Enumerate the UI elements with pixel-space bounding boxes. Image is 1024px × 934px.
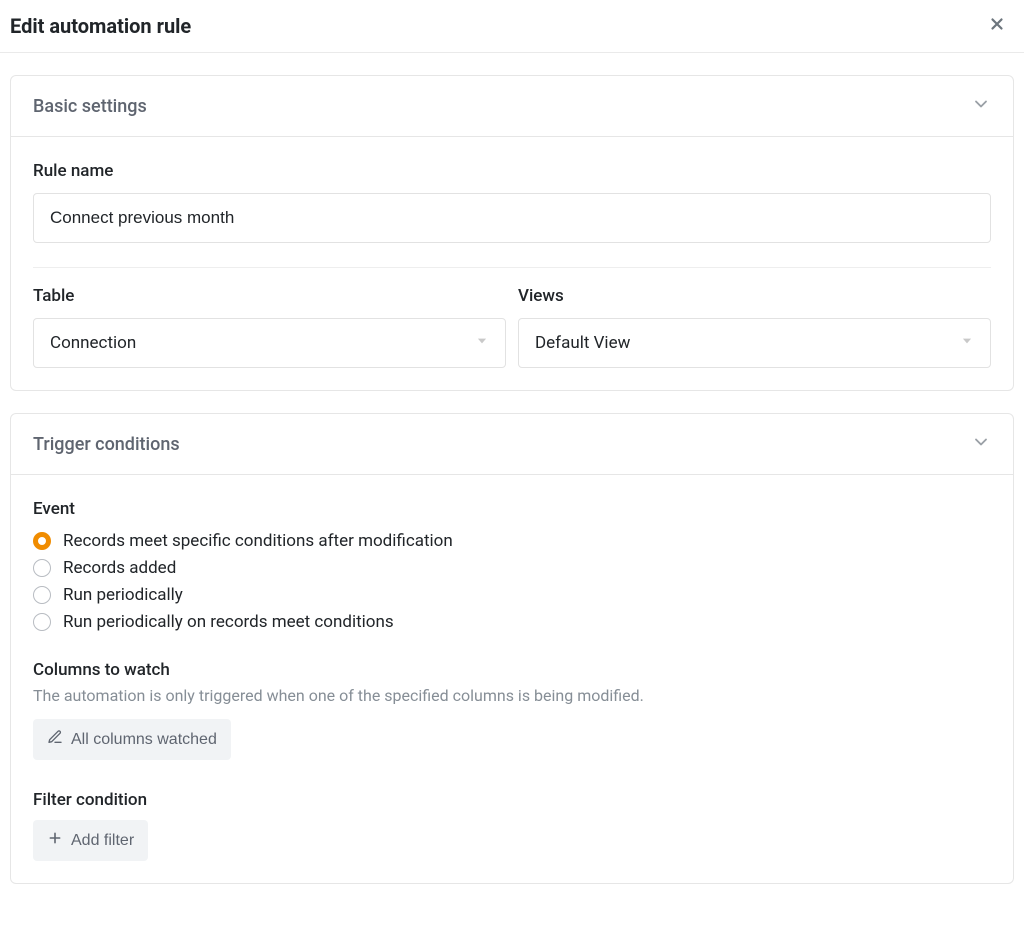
modal-content: Basic settings Rule name Table Connectio… <box>0 53 1024 916</box>
close-icon <box>988 15 1006 37</box>
table-select[interactable]: Connection <box>33 318 506 368</box>
basic-settings-body: Rule name Table Connection Views D <box>11 137 1013 390</box>
event-radio-group: Records meet specific conditions after m… <box>33 531 991 632</box>
views-label: Views <box>518 286 991 306</box>
chevron-down-icon <box>971 94 991 118</box>
trigger-conditions-title: Trigger conditions <box>33 434 180 455</box>
basic-settings-panel: Basic settings Rule name Table Connectio… <box>10 75 1014 391</box>
radio-circle-icon <box>33 586 51 604</box>
radio-circle-icon <box>33 559 51 577</box>
table-label: Table <box>33 286 506 306</box>
add-filter-button[interactable]: Add filter <box>33 820 148 861</box>
trigger-conditions-panel: Trigger conditions Event Records meet sp… <box>10 413 1014 884</box>
event-radio-1-label: Records added <box>63 558 176 578</box>
event-label: Event <box>33 499 991 519</box>
table-col: Table Connection <box>33 286 506 368</box>
event-radio-0[interactable]: Records meet specific conditions after m… <box>33 531 991 551</box>
plus-icon <box>47 830 63 851</box>
columns-to-watch-section: Columns to watch The automation is only … <box>33 660 991 760</box>
event-radio-2-label: Run periodically <box>63 585 183 605</box>
caret-down-icon <box>960 333 974 353</box>
rule-name-input[interactable] <box>33 193 991 243</box>
modal-header: Edit automation rule <box>0 0 1024 53</box>
views-select[interactable]: Default View <box>518 318 991 368</box>
all-columns-watched-label: All columns watched <box>71 731 217 749</box>
event-radio-0-label: Records meet specific conditions after m… <box>63 531 453 551</box>
trigger-conditions-header[interactable]: Trigger conditions <box>11 414 1013 475</box>
filter-condition-section: Filter condition Add filter <box>33 790 991 861</box>
columns-helper-text: The automation is only triggered when on… <box>33 686 991 705</box>
basic-settings-title: Basic settings <box>33 96 147 117</box>
event-radio-3-label: Run periodically on records meet conditi… <box>63 612 394 632</box>
divider <box>33 267 991 268</box>
modal-title: Edit automation rule <box>10 14 191 38</box>
radio-circle-icon <box>33 532 51 550</box>
pencil-icon <box>47 729 63 750</box>
filter-label: Filter condition <box>33 790 991 810</box>
rule-name-label: Rule name <box>33 161 991 181</box>
views-col: Views Default View <box>518 286 991 368</box>
close-button[interactable] <box>986 15 1008 37</box>
radio-circle-icon <box>33 613 51 631</box>
columns-label: Columns to watch <box>33 660 991 680</box>
add-filter-label: Add filter <box>71 832 134 850</box>
table-views-row: Table Connection Views Default View <box>33 286 991 368</box>
chevron-down-icon <box>971 432 991 456</box>
event-radio-3[interactable]: Run periodically on records meet conditi… <box>33 612 991 632</box>
views-select-value: Default View <box>535 333 630 353</box>
event-radio-1[interactable]: Records added <box>33 558 991 578</box>
all-columns-watched-button[interactable]: All columns watched <box>33 719 231 760</box>
table-select-value: Connection <box>50 333 136 353</box>
caret-down-icon <box>475 333 489 353</box>
trigger-conditions-body: Event Records meet specific conditions a… <box>11 475 1013 883</box>
event-radio-2[interactable]: Run periodically <box>33 585 991 605</box>
basic-settings-header[interactable]: Basic settings <box>11 76 1013 137</box>
